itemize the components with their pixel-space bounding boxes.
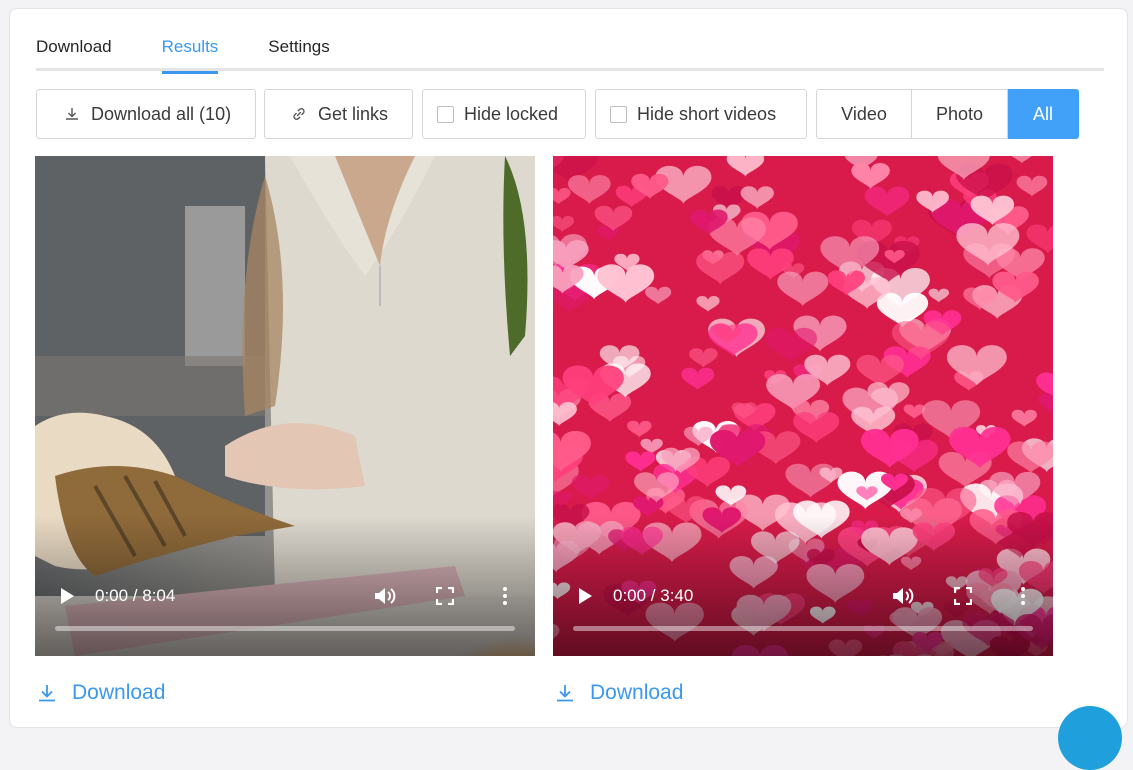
link-icon xyxy=(290,105,308,123)
tab-bar: Download Results Settings xyxy=(36,35,1104,74)
video-time: 0:00 / 8:04 xyxy=(95,586,176,605)
filter-photo[interactable]: Photo xyxy=(912,89,1008,139)
video-player[interactable]: 0:00 / 8:04 xyxy=(35,156,535,656)
play-icon[interactable] xyxy=(577,586,593,606)
video-download-link[interactable]: Download xyxy=(555,680,683,706)
hide-locked-label: Hide locked xyxy=(464,103,559,124)
hide-short-videos-label: Hide short videos xyxy=(637,103,777,124)
more-vertical-icon[interactable] xyxy=(1017,585,1029,607)
hide-locked-checkbox[interactable] xyxy=(437,105,454,123)
hide-short-videos-toggle[interactable]: Hide short videos xyxy=(595,89,807,139)
get-links-label: Get links xyxy=(318,103,389,124)
video-time: 0:00 / 3:40 xyxy=(613,586,694,605)
hide-locked-toggle[interactable]: Hide locked xyxy=(422,89,586,139)
download-icon xyxy=(37,683,57,703)
fullscreen-icon[interactable] xyxy=(954,587,972,605)
filter-all[interactable]: All xyxy=(1008,89,1079,139)
download-label: Download xyxy=(72,681,166,704)
download-label: Download xyxy=(590,681,684,704)
tab-results[interactable]: Results xyxy=(161,35,218,74)
media-type-filter: Video Photo All xyxy=(816,89,1079,139)
download-all-button[interactable]: Download all (10) xyxy=(36,89,256,139)
video-controls: 0:00 / 3:40 xyxy=(553,556,1053,656)
filter-video[interactable]: Video xyxy=(816,89,912,139)
tab-download[interactable]: Download xyxy=(36,35,112,71)
download-all-label: Download all (10) xyxy=(91,103,232,124)
seek-bar[interactable] xyxy=(573,626,1033,631)
floating-action-button[interactable] xyxy=(1058,706,1122,770)
fullscreen-icon[interactable] xyxy=(436,587,454,605)
hide-short-videos-checkbox[interactable] xyxy=(610,105,627,123)
download-icon xyxy=(555,683,575,703)
more-vertical-icon[interactable] xyxy=(499,585,511,607)
video-download-link[interactable]: Download xyxy=(37,680,165,706)
volume-icon[interactable] xyxy=(891,585,915,607)
tab-settings[interactable]: Settings xyxy=(268,35,329,71)
volume-icon[interactable] xyxy=(373,585,397,607)
toolbar: Download all (10) Get links Hide locked … xyxy=(36,89,1096,139)
play-icon[interactable] xyxy=(59,586,75,606)
get-links-button[interactable]: Get links xyxy=(264,89,413,139)
seek-bar[interactable] xyxy=(55,626,515,631)
video-player[interactable]: 0:00 / 3:40 xyxy=(553,156,1053,656)
video-controls: 0:00 / 8:04 xyxy=(35,556,535,656)
download-icon xyxy=(63,105,81,123)
